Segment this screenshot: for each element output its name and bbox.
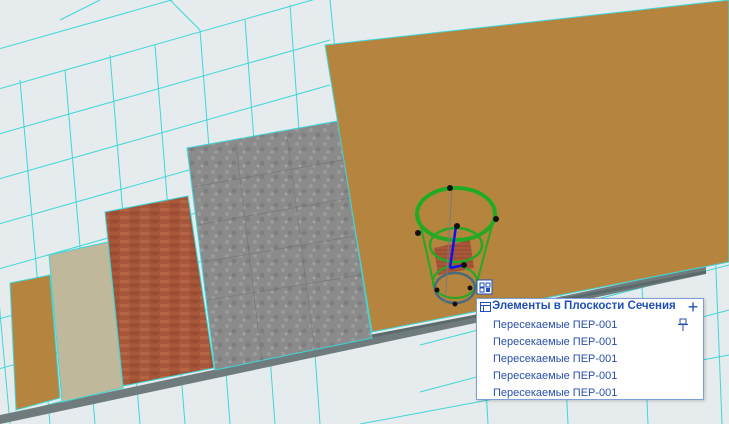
add-button[interactable]: + bbox=[686, 298, 700, 316]
section-plane-elements-popup: Элементы в Плоскости Сечения + Пересекае… bbox=[476, 298, 704, 400]
popup-list: Пересекаемые ПЕР-001 Пересекаемые ПЕР-00… bbox=[477, 317, 703, 402]
list-item[interactable]: Пересекаемые ПЕР-001 bbox=[477, 351, 703, 368]
section-plane-icon bbox=[480, 302, 491, 312]
list-item[interactable]: Пересекаемые ПЕР-001 bbox=[477, 317, 703, 334]
popup-title: Элементы в Плоскости Сечения bbox=[492, 300, 676, 312]
list-item[interactable]: Пересекаемые ПЕР-001 bbox=[477, 334, 703, 351]
list-item[interactable]: Пересекаемые ПЕР-001 bbox=[477, 385, 703, 402]
list-item[interactable]: Пересекаемые ПЕР-001 bbox=[477, 368, 703, 385]
wall-layer-wood-large[interactable] bbox=[324, 0, 729, 333]
element-settings-icon[interactable] bbox=[476, 279, 493, 295]
popup-header: Элементы в Плоскости Сечения + bbox=[477, 298, 703, 316]
